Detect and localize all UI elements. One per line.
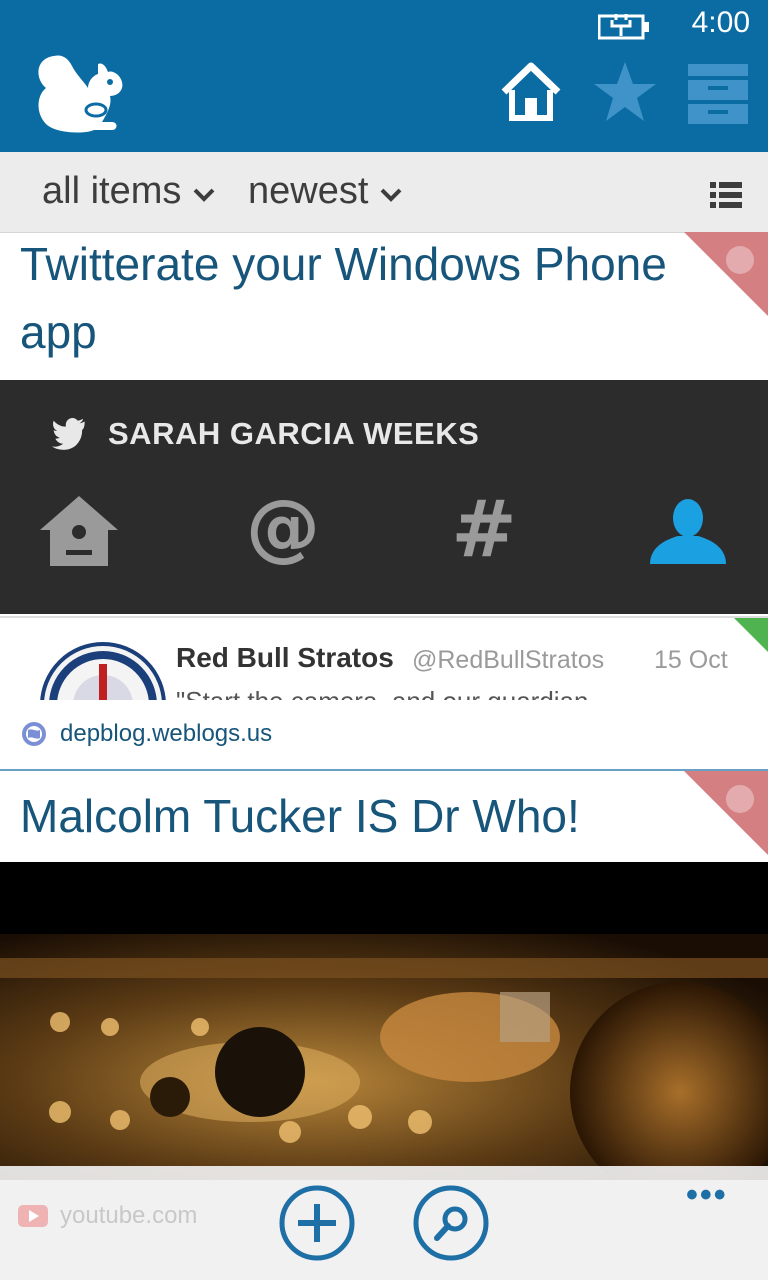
status-time: 4:00 — [691, 6, 750, 39]
twitter-bird-icon — [52, 418, 85, 450]
tweet-preview: Red Bull Stratos @RedBullStratos 15 Oct … — [0, 616, 768, 702]
list-view-icon[interactable] — [710, 182, 742, 208]
source-domain: depblog.weblogs.us — [60, 720, 273, 747]
article-source[interactable]: youtube.com — [18, 1202, 197, 1230]
sort-label: newest — [248, 170, 369, 212]
home-icon[interactable] — [500, 62, 562, 122]
items-filter-label: all items — [42, 170, 182, 212]
search-icon[interactable] — [412, 1184, 490, 1262]
tweet-date: 15 Oct — [654, 646, 728, 674]
chevron-down-icon — [380, 188, 402, 202]
application-bar: youtube.com ••• — [0, 1166, 768, 1280]
globe-icon — [22, 722, 46, 746]
article-divider — [0, 769, 768, 771]
article-title[interactable]: Twitterate your Windows Phone app — [20, 230, 740, 366]
filter-bar: all items newest — [0, 152, 768, 233]
at-icon: @ — [246, 492, 320, 568]
tweet-author-name: Red Bull Stratos — [176, 642, 394, 673]
video-thumbnail[interactable] — [0, 862, 768, 1180]
svg-text:@: @ — [246, 492, 320, 568]
home-icon — [40, 496, 118, 566]
sort-dropdown[interactable]: newest — [248, 170, 402, 213]
profile-icon — [650, 499, 726, 564]
more-options-button[interactable]: ••• — [686, 1176, 728, 1215]
svg-text:#: # — [451, 492, 516, 568]
source-domain: youtube.com — [60, 1202, 198, 1229]
archive-icon[interactable] — [686, 62, 750, 124]
article-source[interactable]: depblog.weblogs.us — [20, 720, 272, 748]
avatar — [40, 642, 166, 702]
article-image[interactable]: SARAH GARCIA WEEKS @ # Red Bull Stratos … — [0, 380, 768, 702]
battery-charging-icon — [598, 14, 649, 40]
article-title[interactable]: Malcolm Tucker IS Dr Who! — [20, 782, 740, 850]
chevron-down-icon — [193, 188, 215, 202]
tweet-author-handle: @RedBullStratos — [412, 646, 605, 674]
tweet-corner-marker — [734, 618, 768, 652]
items-filter-dropdown[interactable]: all items — [42, 170, 215, 213]
hash-icon: # — [451, 492, 516, 568]
app-header: 4:00 — [0, 0, 768, 152]
app-screenshot-header: SARAH GARCIA WEEKS @ # — [0, 380, 768, 614]
squirrel-logo — [38, 55, 123, 133]
youtube-icon — [18, 1205, 48, 1227]
add-icon[interactable] — [278, 1184, 356, 1262]
star-icon[interactable] — [592, 60, 658, 124]
account-name: SARAH GARCIA WEEKS — [108, 416, 480, 451]
